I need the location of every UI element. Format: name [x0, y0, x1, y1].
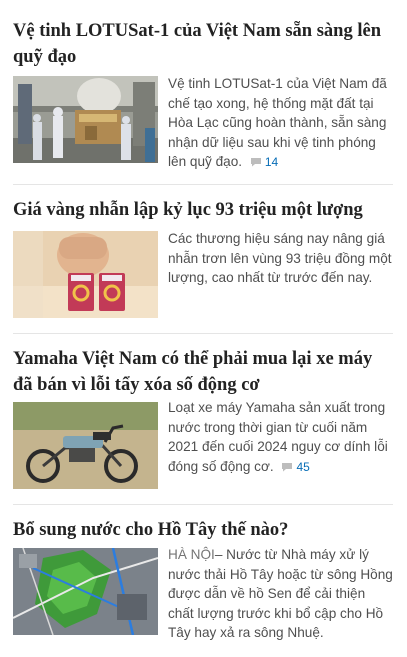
- article-title[interactable]: Vệ tinh LOTUSat-1 của Việt Nam sẵn sàng …: [13, 18, 393, 70]
- comment-bubble-icon: [282, 462, 293, 472]
- comment-count[interactable]: 45: [296, 460, 309, 474]
- article-summary: Các thương hiệu sáng nay nâng giá nhẫn t…: [168, 229, 394, 288]
- summary-text: Các thương hiệu sáng nay nâng giá nhẫn t…: [168, 231, 392, 286]
- article-yamaha[interactable]: Yamaha Việt Nam có thể phải mua lại xe m…: [13, 346, 393, 496]
- divider: [13, 333, 393, 334]
- article-ho-tay[interactable]: Bổ sung nước cho Hồ Tây thế nào? HÀ NỘI–…: [13, 517, 393, 647]
- article-thumbnail[interactable]: [13, 231, 158, 318]
- article-summary: Loạt xe máy Yamaha sản xuất trong nước t…: [168, 398, 394, 477]
- article-summary: Vệ tinh LOTUSat-1 của Việt Nam đã chế tạ…: [168, 74, 394, 173]
- article-thumbnail[interactable]: [13, 548, 158, 635]
- comment-link[interactable]: 45: [281, 457, 310, 478]
- comment-link[interactable]: 14: [250, 152, 278, 173]
- article-thumbnail[interactable]: [13, 402, 158, 489]
- satellite-lab-image: [13, 76, 158, 163]
- article-summary: HÀ NỘI– Nước từ Nhà máy xử lý nước thải …: [168, 545, 394, 643]
- lake-map-image: [13, 548, 158, 635]
- article-satellite[interactable]: Vệ tinh LOTUSat-1 của Việt Nam sẵn sàng …: [13, 18, 393, 169]
- divider: [13, 504, 393, 505]
- location-tag: HÀ NỘI: [168, 547, 215, 562]
- article-gold-price[interactable]: Giá vàng nhẫn lập kỷ lục 93 triệu một lư…: [13, 197, 393, 322]
- motorcycle-image: [13, 402, 158, 489]
- article-title[interactable]: Giá vàng nhẫn lập kỷ lục 93 triệu một lư…: [13, 197, 393, 223]
- article-title[interactable]: Bổ sung nước cho Hồ Tây thế nào?: [13, 517, 393, 543]
- comment-count[interactable]: 14: [265, 155, 278, 169]
- article-title[interactable]: Yamaha Việt Nam có thể phải mua lại xe m…: [13, 346, 393, 398]
- gold-rings-image: [13, 231, 158, 318]
- article-thumbnail[interactable]: [13, 76, 158, 163]
- divider: [13, 184, 393, 185]
- summary-text: Loạt xe máy Yamaha sản xuất trong nước t…: [168, 400, 388, 474]
- comment-bubble-icon: [250, 158, 261, 167]
